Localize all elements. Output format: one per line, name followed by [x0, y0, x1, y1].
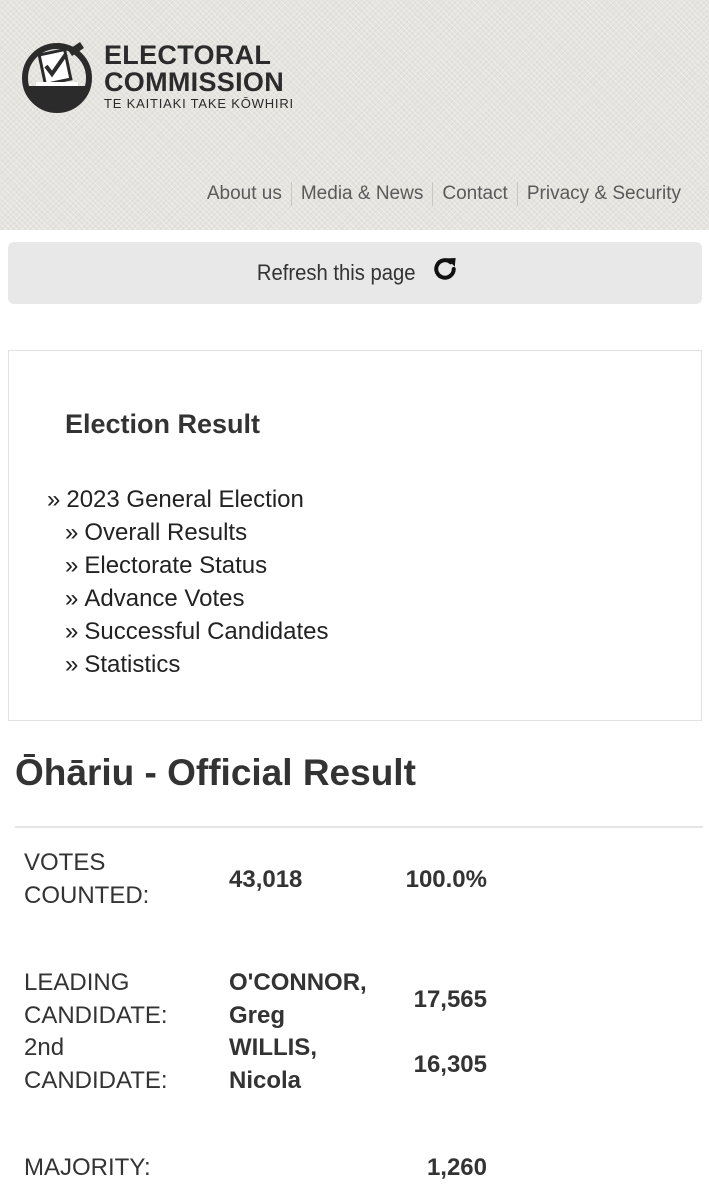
- electoral-commission-logo[interactable]: ELECTORAL COMMISSION TE KAITIAKI TAKE KŌ…: [22, 32, 312, 122]
- nav-privacy-security[interactable]: Privacy & Security: [518, 183, 681, 205]
- second-candidate-name: WILLIS, Nicola: [229, 1031, 317, 1097]
- link-2023-general-election[interactable]: » 2023 General Election: [47, 483, 329, 516]
- name-line: Greg: [229, 1002, 286, 1029]
- nav-media-news[interactable]: Media & News: [292, 183, 433, 205]
- refresh-page-button[interactable]: Refresh this page: [8, 242, 702, 304]
- page-title: Ōhāriu - Official Result: [15, 752, 416, 793]
- election-result-heading: Election Result: [65, 409, 261, 439]
- ballot-box-logo-icon: [22, 42, 92, 113]
- link-label: Statistics: [84, 651, 181, 678]
- logo-title-line1: ELECTORAL: [104, 40, 272, 70]
- link-label: Successful Candidates: [84, 618, 329, 645]
- link-label: Overall Results: [84, 519, 248, 546]
- refresh-icon: [434, 258, 456, 280]
- logo-title-line2: COMMISSION: [104, 67, 285, 97]
- refresh-label: Refresh this page: [256, 260, 416, 285]
- bullet: »: [65, 585, 79, 612]
- election-links: » 2023 General Election » Overall Results …: [47, 483, 329, 681]
- link-overall-results[interactable]: » Overall Results: [47, 516, 329, 549]
- divider: [15, 826, 703, 828]
- leading-candidate-label: LEADING CANDIDATE:: [24, 966, 168, 1032]
- leading-candidate-name: O'CONNOR, Greg: [229, 966, 367, 1032]
- majority-label: MAJORITY:: [24, 1154, 151, 1181]
- votes-counted-label: VOTES COUNTED:: [24, 846, 149, 912]
- link-successful-candidates[interactable]: » Successful Candidates: [47, 615, 329, 648]
- link-electorate-status[interactable]: » Electorate Status: [47, 549, 329, 582]
- bullet: »: [65, 552, 79, 579]
- site-header: ELECTORAL COMMISSION TE KAITIAKI TAKE KŌ…: [0, 0, 709, 230]
- link-label: Advance Votes: [84, 585, 245, 612]
- label-line: 2nd: [24, 1034, 65, 1061]
- nav-about-us[interactable]: About us: [198, 183, 291, 205]
- name-line: O'CONNOR,: [229, 969, 367, 996]
- leading-candidate-votes: 17,565: [413, 986, 487, 1013]
- majority-value: 1,260: [426, 1154, 487, 1181]
- label-line: CANDIDATE:: [24, 1067, 168, 1094]
- logo-subtitle: TE KAITIAKI TAKE KŌWHIRI: [104, 96, 294, 111]
- second-candidate-votes: 16,305: [413, 1051, 487, 1078]
- link-label: 2023 General Election: [66, 486, 304, 513]
- election-result-panel: Election Result » 2023 General Election »…: [8, 350, 702, 721]
- logo-title: ELECTORAL COMMISSION: [104, 42, 284, 96]
- nav-contact[interactable]: Contact: [433, 183, 516, 205]
- label-line: LEADING: [24, 969, 130, 996]
- link-advance-votes[interactable]: » Advance Votes: [47, 582, 329, 615]
- link-statistics[interactable]: » Statistics: [47, 648, 329, 681]
- label-line: VOTES: [24, 849, 106, 876]
- link-label: Electorate Status: [84, 552, 268, 579]
- bullet: »: [47, 486, 61, 513]
- votes-counted-value: 43,018: [229, 866, 303, 893]
- bullet: »: [65, 651, 79, 678]
- votes-counted-percent: 100.0%: [405, 866, 487, 893]
- name-line: WILLIS,: [229, 1034, 317, 1061]
- bullet: »: [65, 618, 79, 645]
- label-line: CANDIDATE:: [24, 1002, 168, 1029]
- top-navigation: About us Media & News Contact Privacy & …: [198, 182, 681, 206]
- name-line: Nicola: [229, 1067, 302, 1094]
- bullet: »: [65, 519, 79, 546]
- label-line: COUNTED:: [24, 882, 150, 909]
- second-candidate-label: 2nd CANDIDATE:: [24, 1031, 168, 1097]
